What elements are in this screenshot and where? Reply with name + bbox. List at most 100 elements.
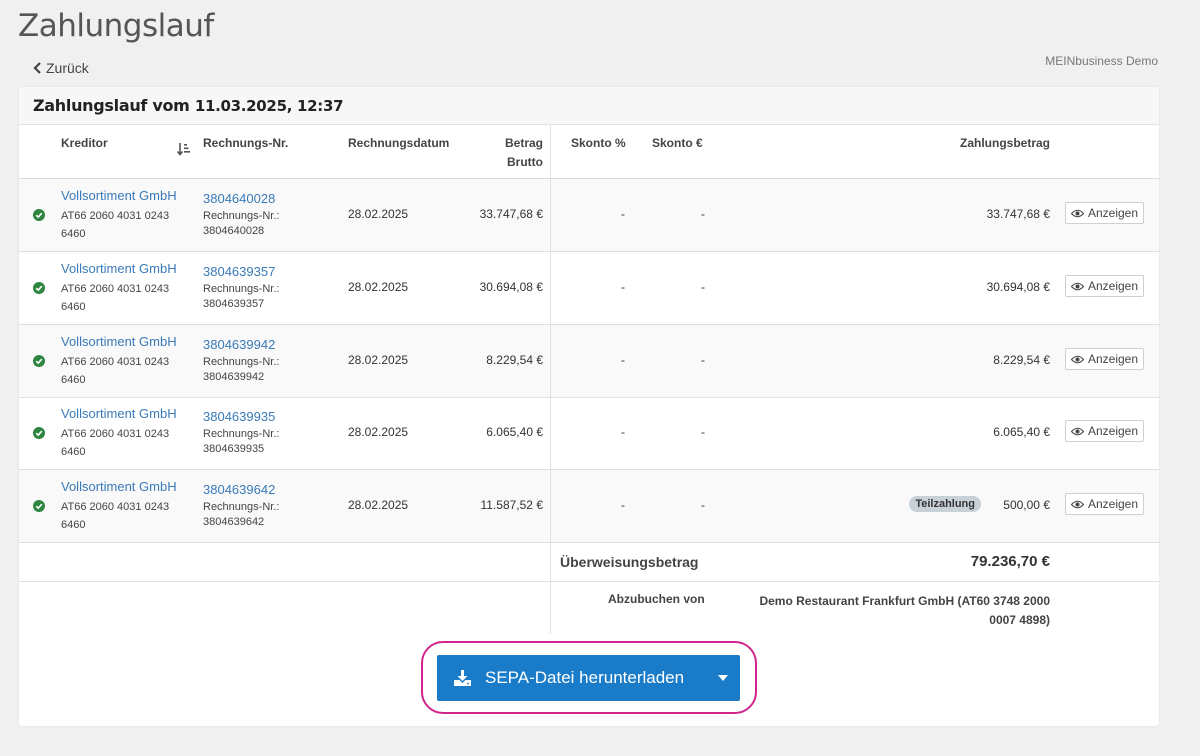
transfer-total-value: 79.236,70 € [970, 553, 1050, 570]
sepa-download-main[interactable]: SEPA-Datei herunterladen [437, 668, 705, 688]
invoice-sub-label: Rechnungs-Nr.: [203, 356, 280, 368]
skonto-euro: - [701, 425, 705, 439]
amount-gross: 11.587,52 € [480, 498, 543, 512]
col-zahlungsbetrag: Zahlungsbetrag [959, 136, 1050, 150]
skonto-euro: - [701, 207, 705, 221]
transfer-total-label: Überweisungsbetrag [560, 554, 699, 570]
view-label: Anzeigen [1087, 352, 1139, 366]
kreditor-link[interactable]: Vollsortiment GmbH [61, 188, 177, 203]
kreditor-iban: AT66 2060 4031 0243 6460 [61, 283, 170, 313]
view-button[interactable]: Anzeigen [1065, 348, 1144, 370]
invoice-sub-label: Rechnungs-Nr.: [203, 210, 280, 222]
view-button[interactable]: Anzeigen [1065, 420, 1144, 442]
invoice-sub-number: 3804639357 [203, 298, 265, 310]
download-icon [454, 670, 471, 686]
table-header: Kreditor Rechnungs-Nr. Rechnungsdatum Be… [19, 125, 1159, 179]
col-skonto-eur: Skonto € [652, 136, 703, 150]
kreditor-iban: AT66 2060 4031 0243 6460 [61, 501, 170, 531]
debit-account-label: Abzubuchen von [608, 592, 705, 606]
payment-amount: 30.694,08 € [986, 280, 1050, 294]
kreditor-link[interactable]: Vollsortiment GmbH [61, 261, 177, 276]
kreditor-link[interactable]: Vollsortiment GmbH [61, 406, 177, 421]
eye-icon [1070, 282, 1084, 290]
invoice-sub: Rechnungs-Nr.: 3804639942 [203, 355, 279, 385]
kreditor-iban: AT66 2060 4031 0243 6460 [61, 356, 170, 386]
chevron-left-icon [33, 62, 41, 74]
invoice-sub-number: 3804639642 [203, 516, 265, 528]
skonto-euro: - [701, 280, 705, 294]
table-row: Vollsortiment GmbH AT66 2060 4031 0243 6… [19, 470, 1159, 543]
amount-gross: 8.229,54 € [486, 353, 543, 367]
skonto-percent: - [621, 353, 625, 367]
skonto-percent: - [621, 280, 625, 294]
check-circle-icon [33, 282, 45, 294]
payment-amount: 8.229,54 € [993, 353, 1050, 367]
invoice-sub-number: 3804639935 [203, 443, 265, 455]
view-label: Anzeigen [1087, 497, 1139, 511]
debit-account-value: Demo Restaurant Frankfurt GmbH (AT60 374… [759, 594, 1050, 627]
amount-gross: 30.694,08 € [479, 280, 543, 294]
table-row: Vollsortiment GmbH AT66 2060 4031 0243 6… [19, 179, 1159, 252]
card-title: Zahlungslauf vom 11.03.2025, 12:37 [19, 87, 1159, 125]
invoice-link[interactable]: 3804640028 [203, 191, 275, 206]
back-link[interactable]: Zurück [32, 60, 89, 76]
eye-icon [1070, 427, 1084, 435]
col-kreditor[interactable]: Kreditor [61, 134, 108, 153]
invoice-link[interactable]: 3804639942 [203, 337, 275, 352]
kreditor-iban: AT66 2060 4031 0243 6460 [61, 428, 170, 458]
invoice-sub-label: Rechnungs-Nr.: [203, 428, 280, 440]
check-circle-icon [33, 427, 45, 439]
invoice-link[interactable]: 3804639357 [203, 264, 275, 279]
col-rechnungs-nr: Rechnungs-Nr. [203, 136, 289, 150]
check-circle-icon [33, 209, 45, 221]
company-name: MEINbusiness Demo [1045, 54, 1158, 68]
col-rechnungsdatum: Rechnungsdatum [348, 136, 450, 150]
table-row: Vollsortiment GmbH AT66 2060 4031 0243 6… [19, 397, 1159, 470]
check-circle-icon [33, 355, 45, 367]
view-button[interactable]: Anzeigen [1065, 493, 1144, 515]
view-label: Anzeigen [1087, 424, 1139, 438]
invoice-sub: Rechnungs-Nr.: 3804640028 [203, 209, 279, 239]
sepa-download-button[interactable]: SEPA-Datei herunterladen [437, 655, 740, 701]
sort-amount-icon[interactable] [177, 142, 191, 156]
invoice-date: 28.02.2025 [348, 498, 409, 512]
kreditor-link[interactable]: Vollsortiment GmbH [61, 479, 177, 494]
col-betrag-line1: Betrag [504, 136, 543, 150]
payment-amount: 6.065,40 € [993, 425, 1050, 439]
invoice-sub-label: Rechnungs-Nr.: [203, 283, 280, 295]
invoice-link[interactable]: 3804639642 [203, 482, 275, 497]
eye-icon [1070, 209, 1084, 217]
sepa-dropdown-toggle[interactable] [705, 675, 740, 681]
partial-payment-badge: Teilzahlung [909, 496, 981, 512]
skonto-percent: - [621, 207, 625, 221]
kreditor-link[interactable]: Vollsortiment GmbH [61, 334, 177, 349]
debit-account-row: Abzubuchen von Demo Restaurant Frankfurt… [19, 582, 1159, 634]
amount-gross: 33.747,68 € [479, 207, 543, 221]
invoice-sub: Rechnungs-Nr.: 3804639642 [203, 500, 279, 530]
invoice-link[interactable]: 3804639935 [203, 409, 275, 424]
skonto-euro: - [701, 353, 705, 367]
invoice-sub: Rechnungs-Nr.: 3804639357 [203, 282, 279, 312]
card-title-date: 11.03.2025, 12:37 [194, 97, 344, 115]
card-title-prefix: Zahlungslauf vom [33, 96, 190, 115]
view-button[interactable]: Anzeigen [1065, 275, 1144, 297]
skonto-percent: - [621, 498, 625, 512]
invoice-sub-number: 3804639942 [203, 371, 265, 383]
invoice-date: 28.02.2025 [348, 425, 409, 439]
amount-gross: 6.065,40 € [486, 425, 543, 439]
invoice-date: 28.02.2025 [348, 207, 409, 221]
view-label: Anzeigen [1087, 279, 1139, 293]
caret-down-icon [717, 675, 728, 681]
view-button[interactable]: Anzeigen [1065, 202, 1144, 224]
invoice-date: 28.02.2025 [348, 280, 409, 294]
eye-icon [1070, 500, 1084, 508]
invoice-sub-number: 3804640028 [203, 225, 265, 237]
check-circle-icon [33, 500, 45, 512]
transfer-total-row: Überweisungsbetrag 79.236,70 € [19, 543, 1159, 582]
invoice-date: 28.02.2025 [348, 353, 409, 367]
skonto-euro: - [701, 498, 705, 512]
col-betrag: Betrag Brutto [505, 134, 543, 172]
invoice-sub: Rechnungs-Nr.: 3804639935 [203, 427, 279, 457]
invoice-sub-label: Rechnungs-Nr.: [203, 501, 280, 513]
skonto-percent: - [621, 425, 625, 439]
